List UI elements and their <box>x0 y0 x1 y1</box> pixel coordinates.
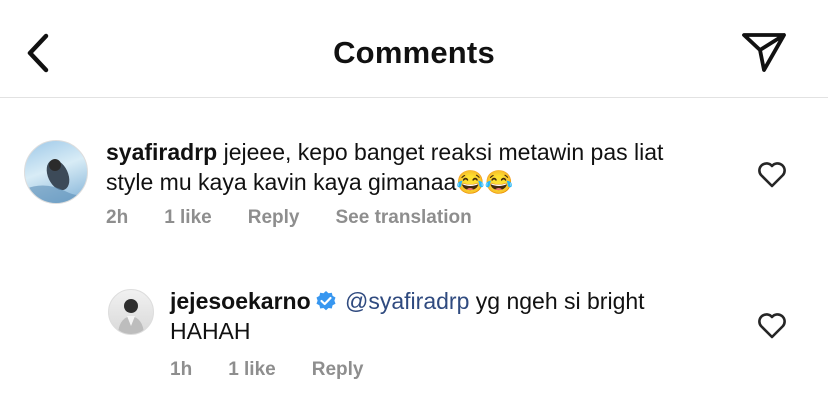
avatar-image <box>25 159 87 203</box>
avatar[interactable] <box>24 140 88 204</box>
avatar[interactable] <box>108 289 154 335</box>
comment-username[interactable]: jejesoekarno <box>170 288 311 314</box>
comment-time: 1h <box>170 359 193 380</box>
see-translation-button[interactable]: See translation <box>335 207 471 228</box>
comment-text: syafiradrp jejeee, kepo banget reaksi me… <box>106 137 706 197</box>
heart-icon[interactable] <box>757 311 787 339</box>
comment-likes[interactable]: 1 like <box>164 207 212 228</box>
comment-time: 2h <box>106 207 129 228</box>
page-title: Comments <box>333 35 495 70</box>
heart-icon[interactable] <box>757 160 787 188</box>
comment-meta: 1h 1 like Reply <box>170 359 399 381</box>
reply-button[interactable]: Reply <box>312 359 364 380</box>
comment-username[interactable]: syafiradrp <box>106 139 217 165</box>
comment-likes[interactable]: 1 like <box>228 359 276 380</box>
laughing-emoji: 😂😂 <box>456 169 514 195</box>
reply-text: jejesoekarno @syafiradrp yg ngeh si brig… <box>170 286 730 346</box>
mention-link[interactable]: @syafiradrp <box>345 288 469 314</box>
header: Comments <box>0 0 828 98</box>
avatar-image <box>118 299 144 334</box>
verified-badge-icon <box>316 291 336 311</box>
comment-meta: 2h 1 like Reply See translation <box>106 207 508 229</box>
send-icon[interactable] <box>740 30 788 74</box>
reply-button[interactable]: Reply <box>248 207 300 228</box>
